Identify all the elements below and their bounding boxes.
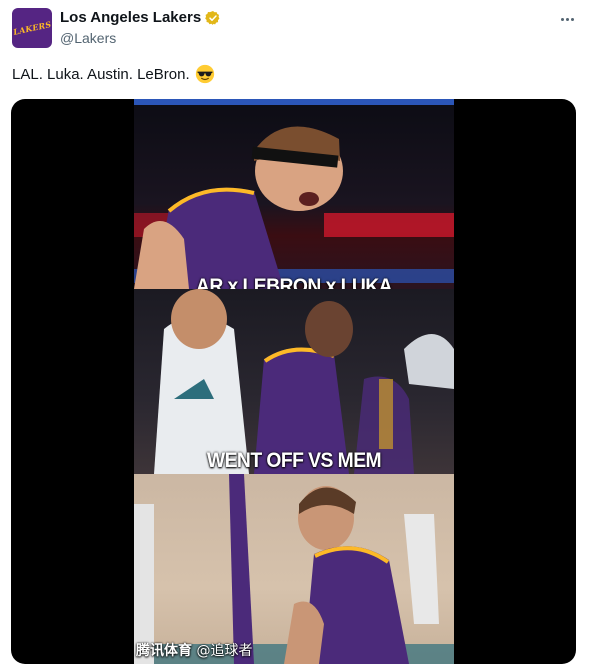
video-frame-middle: WENT OFF VS MEM [134,289,454,474]
video-watermark: 腾讯体育 @追球者 [136,640,252,660]
watermark-brand: 腾讯体育 [136,643,192,659]
lakers-logo: LAKERS [12,19,52,37]
video-player[interactable]: AR x LEBRON x LUKA WENT OFF VS MEM 腾讯体育 … [134,99,454,664]
tweet-text: LAL. Luka. Austin. LeBron. [12,64,215,84]
player-reaves-figure [134,99,454,289]
video-caption-middle: WENT OFF VS MEM [206,449,382,472]
more-options-icon[interactable] [556,10,578,28]
watermark-credit: @追球者 [196,643,253,659]
avatar[interactable]: LAKERS [12,8,52,48]
author-name-row: Los Angeles Lakers [60,9,221,26]
verified-badge-icon [205,10,220,25]
author-display-name[interactable]: Los Angeles Lakers [60,9,201,26]
players-lebron-figure [154,289,454,474]
player-luka-figure [134,474,454,664]
author-handle[interactable]: @Lakers [60,30,116,46]
video-frame-top: AR x LEBRON x LUKA [134,99,454,298]
tweet-media[interactable]: AR x LEBRON x LUKA WENT OFF VS MEM 腾讯体育 … [11,99,576,664]
sunglasses-emoji-icon [195,64,214,84]
tweet-text-body: LAL. Luka. Austin. LeBron. [12,65,190,83]
video-frame-bottom [134,474,454,664]
